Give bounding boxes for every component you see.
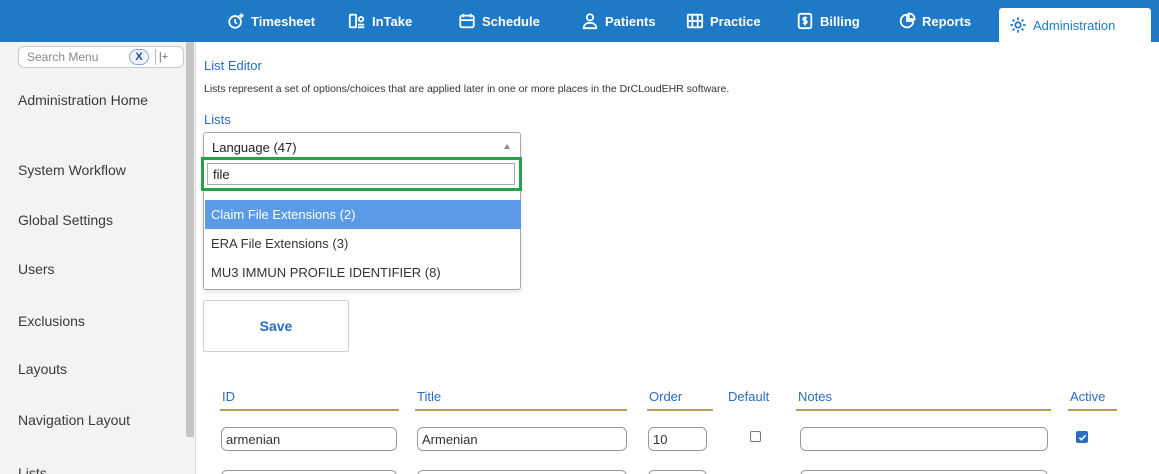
sidebar-search: X |+: [18, 46, 184, 68]
column-header-notes: Notes: [798, 389, 832, 404]
row-active-checkbox[interactable]: [1076, 431, 1088, 443]
row-id-input[interactable]: armenian: [221, 427, 397, 451]
pin-menu-button[interactable]: |+: [155, 49, 171, 65]
nav-schedule[interactable]: Schedule: [458, 0, 540, 42]
clear-search-button[interactable]: X: [129, 49, 149, 65]
nav-billing[interactable]: Billing: [796, 0, 860, 42]
sidebar-item-navigation-layout[interactable]: Navigation Layout: [18, 410, 168, 430]
person-icon: [582, 13, 598, 30]
nav-label: Billing: [820, 13, 860, 29]
next-row-notes-input[interactable]: [800, 470, 1048, 474]
clock-plus-icon: [228, 13, 244, 29]
row-notes-input[interactable]: [800, 427, 1048, 451]
sidebar-item-lists[interactable]: Lists: [18, 463, 168, 474]
pie-chart-icon: [899, 12, 916, 29]
lists-select-value[interactable]: Language (47): [212, 140, 297, 155]
sidebar-item-users[interactable]: Users: [18, 259, 168, 279]
row-default-checkbox[interactable]: [750, 431, 761, 442]
column-underline: [647, 409, 713, 411]
sidebar-scrollbar[interactable]: [186, 42, 194, 437]
row-order-input[interactable]: 10: [648, 427, 707, 451]
app-frame: Timesheet InTake Schedule Patients Pract…: [0, 0, 1159, 474]
sidebar-item-exclusions[interactable]: Exclusions: [18, 311, 168, 331]
building-icon: [686, 13, 704, 29]
sidebar-item-global-settings[interactable]: Global Settings: [18, 210, 168, 230]
nav-label: Reports: [922, 13, 972, 29]
row-title-input[interactable]: Armenian: [417, 427, 627, 451]
checkmark-icon: [1078, 434, 1086, 441]
sidebar: X |+ Administration Home System Workflow…: [0, 42, 196, 474]
chevron-up-icon[interactable]: [504, 144, 510, 149]
column-header-active: Active: [1070, 389, 1106, 404]
gear-icon: [1010, 17, 1026, 33]
save-button[interactable]: Save: [203, 300, 349, 352]
top-nav: Timesheet InTake Schedule Patients Pract…: [0, 0, 1159, 42]
nav-label: Administration: [1033, 17, 1116, 33]
next-row-id-input[interactable]: [221, 470, 397, 474]
lists-dropdown: Language (47) Claim File Extensions (2) …: [203, 132, 521, 290]
page-title: List Editor: [204, 58, 262, 73]
list-filter-input[interactable]: [207, 163, 515, 185]
page-description: Lists represent a set of options/choices…: [204, 83, 730, 95]
nav-label: Schedule: [482, 13, 540, 29]
nav-patients[interactable]: Patients: [581, 0, 656, 42]
list-option[interactable]: MU3 IMMUN PROFILE IDENTIFIER (8): [205, 258, 521, 287]
nav-label: Practice: [710, 13, 761, 29]
column-underline: [220, 409, 399, 411]
column-header-default: Default: [728, 389, 770, 404]
filter-highlight-box: [201, 157, 522, 191]
intake-icon: [348, 13, 365, 29]
sidebar-item-administration-home[interactable]: Administration Home: [18, 90, 168, 110]
nav-administration[interactable]: Administration: [999, 8, 1151, 42]
list-option[interactable]: ERA File Extensions (3): [205, 229, 521, 258]
search-menu-input[interactable]: [27, 48, 127, 66]
nav-timesheet[interactable]: Timesheet: [227, 0, 315, 42]
sidebar-item-system-workflow[interactable]: System Workflow: [18, 160, 168, 180]
sidebar-item-layouts[interactable]: Layouts: [18, 359, 168, 379]
main-content: List Editor Lists represent a set of opt…: [197, 42, 1159, 474]
nav-reports[interactable]: Reports: [898, 0, 971, 42]
column-underline: [415, 409, 627, 411]
next-row-title-input[interactable]: [417, 470, 627, 474]
next-row-order-input[interactable]: [648, 470, 707, 474]
nav-label: Patients: [605, 13, 656, 29]
nav-intake[interactable]: InTake: [348, 0, 412, 42]
column-underline: [1068, 409, 1117, 411]
nav-label: InTake: [372, 13, 413, 29]
nav-label: Timesheet: [251, 13, 316, 29]
calendar-icon: [459, 13, 475, 29]
column-header-order: Order: [649, 389, 683, 404]
column-underline: [796, 409, 1051, 411]
column-header-id: ID: [222, 389, 235, 404]
column-header-title: Title: [417, 389, 442, 404]
dollar-doc-icon: [797, 12, 813, 30]
lists-label: Lists: [204, 112, 231, 127]
list-option[interactable]: Claim File Extensions (2): [205, 200, 521, 229]
nav-practice[interactable]: Practice: [686, 0, 761, 42]
